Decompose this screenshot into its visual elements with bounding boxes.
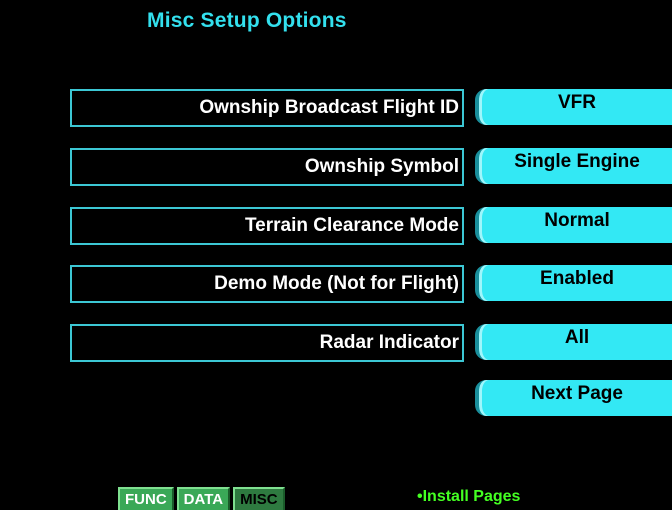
option-value-button[interactable]: All bbox=[475, 324, 672, 360]
option-value-button[interactable]: Enabled bbox=[475, 265, 672, 301]
option-label: Ownship Symbol bbox=[70, 148, 464, 186]
next-page-button[interactable]: Next Page bbox=[475, 380, 672, 416]
option-row-demo-mode: Demo Mode (Not for Flight) Enabled bbox=[70, 265, 672, 307]
softkey-bar: FUNC DATA MISC bbox=[118, 487, 285, 510]
softkey-func[interactable]: FUNC bbox=[118, 487, 174, 510]
softkey-misc[interactable]: MISC bbox=[233, 487, 285, 510]
option-value-button[interactable]: Normal bbox=[475, 207, 672, 243]
option-label: Radar Indicator bbox=[70, 324, 464, 362]
option-value-button[interactable]: Single Engine bbox=[475, 148, 672, 184]
option-label: Demo Mode (Not for Flight) bbox=[70, 265, 464, 303]
option-row-radar-indicator: Radar Indicator All bbox=[70, 324, 672, 366]
page-title: Misc Setup Options bbox=[147, 9, 347, 32]
option-row-broadcast-flight-id: Ownship Broadcast Flight ID VFR bbox=[70, 89, 672, 131]
option-row-terrain-clearance: Terrain Clearance Mode Normal bbox=[70, 207, 672, 249]
option-row-ownship-symbol: Ownship Symbol Single Engine bbox=[70, 148, 672, 190]
option-label: Terrain Clearance Mode bbox=[70, 207, 464, 245]
install-pages-link[interactable]: •Install Pages bbox=[417, 488, 520, 506]
softkey-data[interactable]: DATA bbox=[176, 487, 231, 510]
option-value-button[interactable]: VFR bbox=[475, 89, 672, 125]
option-label: Ownship Broadcast Flight ID bbox=[70, 89, 464, 127]
